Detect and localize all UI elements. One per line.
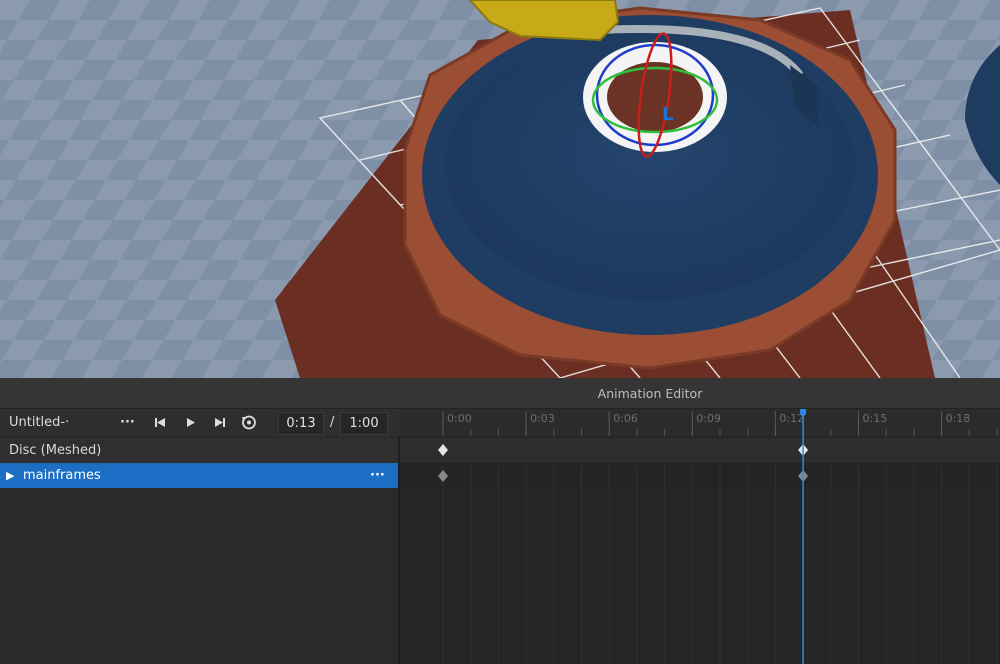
- animation-editor: Animation Editor Untitled-· ··· 0:13 / 1…: [0, 378, 1000, 664]
- current-time-field[interactable]: 0:13: [278, 412, 324, 435]
- timeline-row-disc: [400, 438, 1000, 463]
- time-separator: /: [330, 415, 335, 430]
- tick-label: 0:18: [946, 412, 971, 425]
- tick-label: 0:03: [530, 412, 555, 425]
- loop-icon[interactable]: [240, 409, 258, 436]
- expand-arrow-icon[interactable]: ▶: [6, 463, 14, 488]
- track-more-button[interactable]: ···: [370, 463, 385, 488]
- tick-label: 0:09: [696, 412, 721, 425]
- editor-titlebar: Animation Editor: [0, 378, 1000, 409]
- play-icon[interactable]: [183, 409, 199, 436]
- track-label: Disc (Meshed): [9, 443, 102, 458]
- animation-name[interactable]: Untitled-·: [9, 409, 69, 436]
- tick-label: 0:00: [447, 412, 472, 425]
- timeline-row-mainframes: [400, 463, 1000, 488]
- editor-title: Animation Editor: [597, 386, 703, 401]
- editor-toolbar: Untitled-· ··· 0:13 / 1:00: [0, 409, 400, 436]
- track-row-mainframes[interactable]: ▶ mainframes ···: [0, 463, 398, 488]
- timeline[interactable]: 0:00 0:03 0:06 0:09 0:12 0:15 0:18: [400, 409, 1000, 664]
- skip-to-end-icon[interactable]: [212, 409, 228, 436]
- gizmo-label: L: [662, 104, 673, 125]
- track-row-disc[interactable]: Disc (Meshed): [0, 438, 398, 463]
- track-label: mainframes: [23, 468, 101, 483]
- 3d-viewport[interactable]: L: [0, 0, 1000, 378]
- tick-label: 0:15: [863, 412, 888, 425]
- tick-label: 0:06: [613, 412, 638, 425]
- track-list: Disc (Meshed) ▶ mainframes ···: [0, 436, 400, 664]
- more-options-button[interactable]: ···: [120, 409, 135, 436]
- skip-to-start-icon[interactable]: [152, 409, 168, 436]
- end-time-field[interactable]: 1:00: [340, 412, 388, 435]
